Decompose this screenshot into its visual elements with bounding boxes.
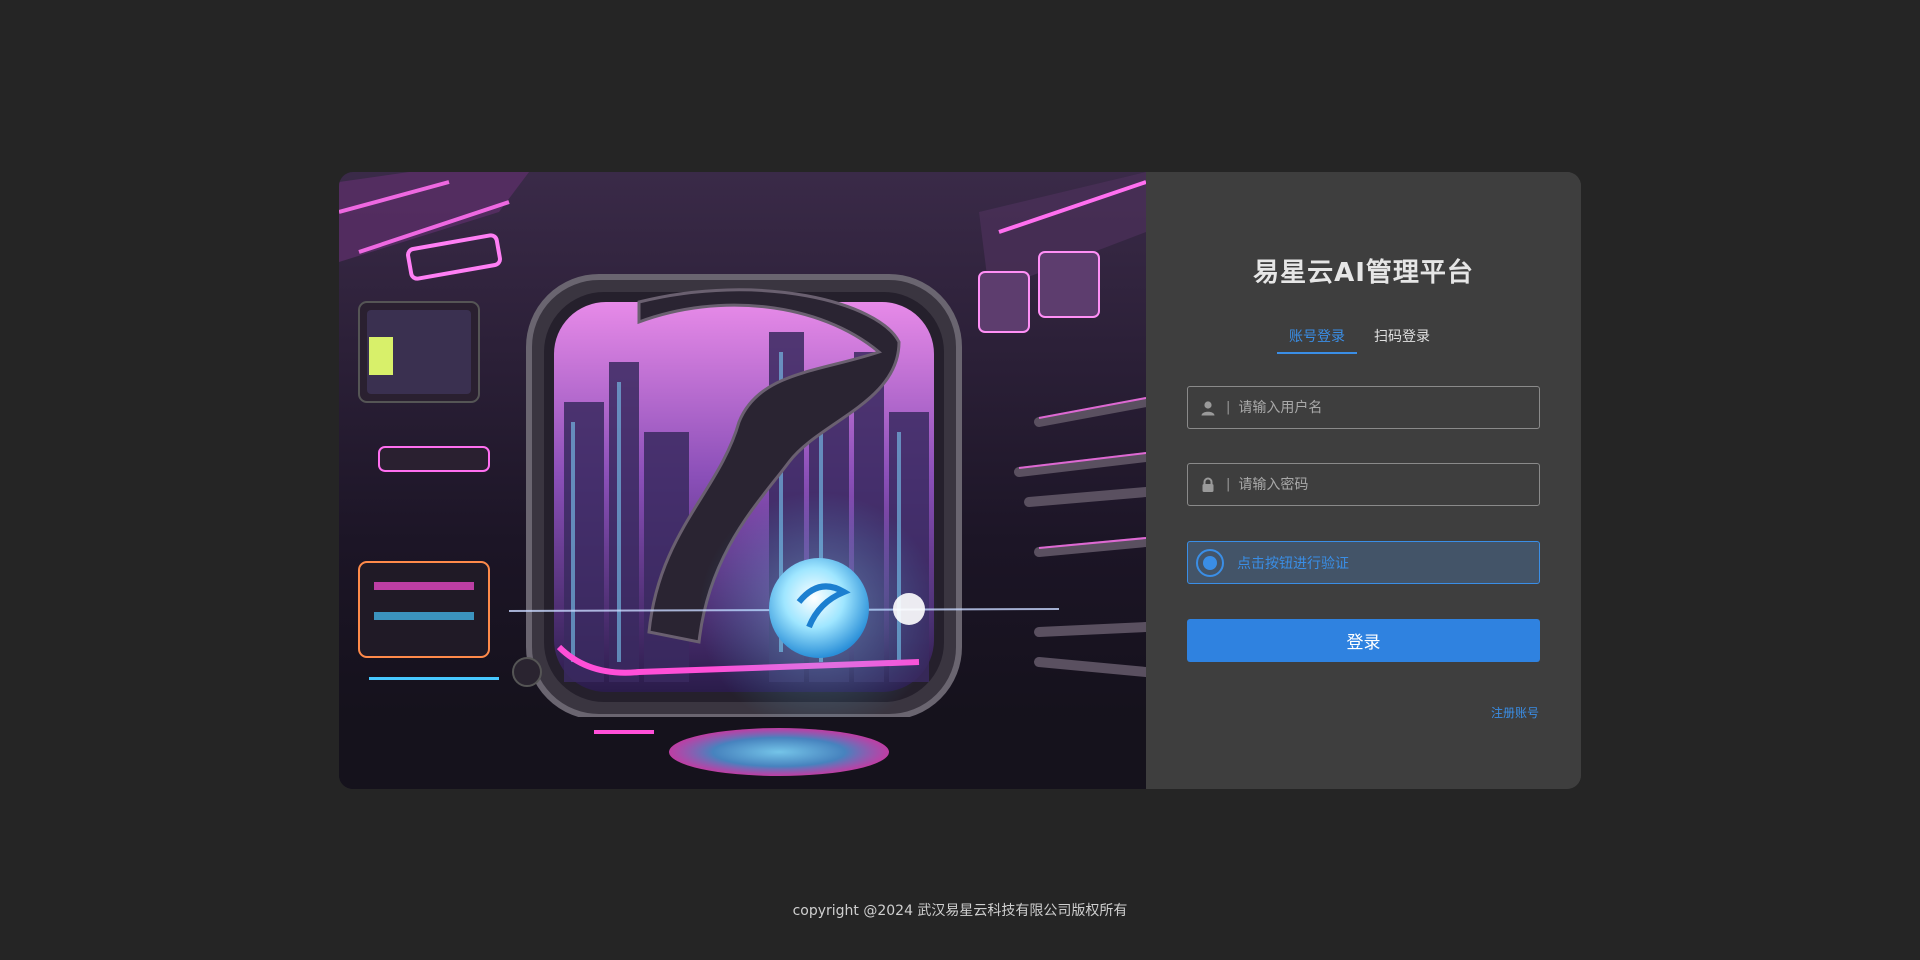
- verify-label: 点击按钮进行验证: [1237, 555, 1349, 572]
- verify-dot: [1203, 555, 1217, 570]
- username-field[interactable]: |: [1187, 386, 1540, 429]
- captcha-verify-button[interactable]: 点击按钮进行验证: [1187, 541, 1540, 584]
- tab-qr-login[interactable]: 扫码登录: [1367, 324, 1437, 354]
- user-icon: [1190, 387, 1226, 428]
- register-link[interactable]: 注册账号: [1491, 704, 1539, 721]
- footer-copyright: copyright @2024 武汉易星云科技有限公司版权所有: [792, 903, 1128, 919]
- cyberpunk-illustration: [339, 172, 1146, 789]
- page-title: 易星云AI管理平台: [1253, 258, 1474, 288]
- tab-account-login[interactable]: 账号登录: [1277, 324, 1357, 354]
- username-input[interactable]: [1238, 387, 1539, 428]
- login-card: 易星云AI管理平台 账号登录 扫码登录 | |: [339, 172, 1581, 789]
- login-button[interactable]: 登录: [1187, 619, 1540, 662]
- login-tabs: 账号登录 扫码登录: [1146, 324, 1581, 354]
- field-separator: |: [1226, 400, 1231, 415]
- hero-image: [339, 172, 1146, 789]
- verify-radio-icon: [1196, 548, 1224, 577]
- password-field[interactable]: |: [1187, 463, 1540, 506]
- field-separator: |: [1226, 477, 1231, 492]
- password-input[interactable]: [1238, 464, 1539, 505]
- login-panel: 易星云AI管理平台 账号登录 扫码登录 | |: [1146, 172, 1581, 789]
- lock-icon: [1190, 464, 1226, 505]
